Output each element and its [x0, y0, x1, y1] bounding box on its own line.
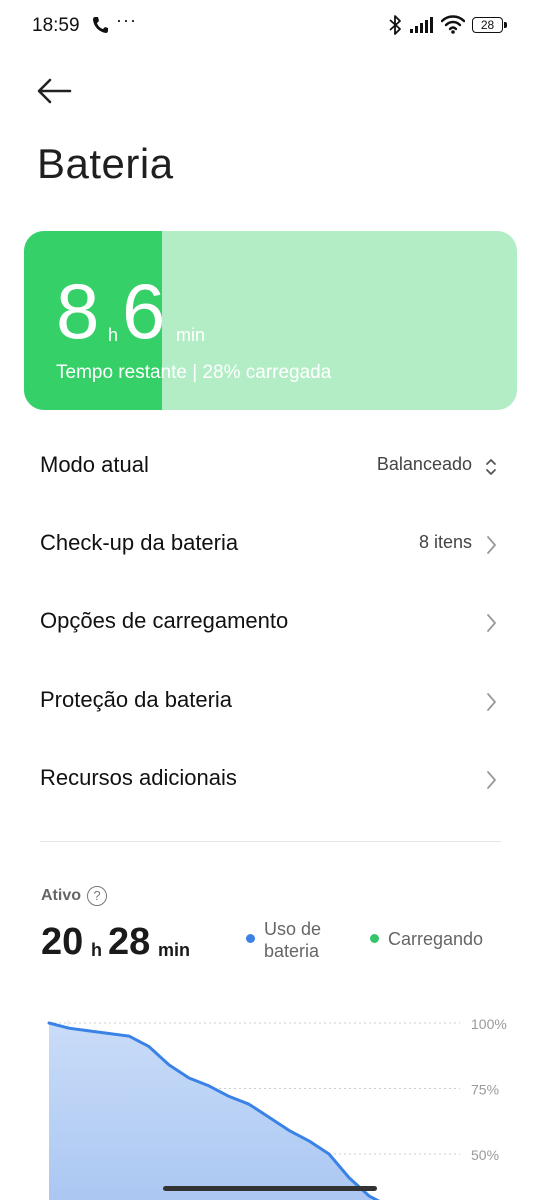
remaining-hours: 8 — [56, 267, 100, 355]
signal-icon — [410, 17, 433, 33]
status-time: 18:59 — [32, 15, 80, 36]
battery-status-icon: 28 — [472, 16, 508, 34]
section-divider — [40, 841, 501, 842]
home-indicator[interactable] — [163, 1186, 377, 1191]
chevron-right-icon — [487, 693, 496, 711]
battery-protection-label: Proteção da bateria — [40, 687, 233, 712]
arrow-left-icon — [37, 78, 72, 104]
chart-y-tick-label: 100% — [471, 1016, 507, 1032]
remaining-minutes: 6 — [122, 267, 166, 355]
current-mode-label: Modo atual — [40, 452, 149, 477]
chevron-right-icon — [487, 536, 496, 554]
battery-usage-chart: 100% 75% 50% — [47, 1016, 507, 1200]
chevron-right-icon — [487, 771, 496, 789]
active-minutes: 28 — [108, 921, 151, 963]
wifi-icon — [441, 15, 465, 34]
chart-area-fill — [49, 1023, 409, 1200]
battery-checkup-row[interactable]: Check-up da bateria 8 itens — [0, 506, 540, 584]
chevron-up-down-icon — [486, 459, 496, 475]
battery-checkup-value: 8 itens — [418, 532, 472, 552]
remaining-minutes-unit: min — [176, 325, 206, 345]
battery-protection-row[interactable]: Proteção da bateria — [0, 663, 540, 741]
active-hours-unit: h — [91, 940, 102, 960]
active-minutes-unit: min — [158, 940, 191, 960]
charging-options-label: Opções de carregamento — [40, 608, 289, 633]
current-mode-row[interactable]: Modo atual Balanceado — [0, 428, 540, 506]
active-time-label: Ativo — [41, 887, 81, 904]
charging-options-row[interactable]: Opções de carregamento — [0, 584, 540, 662]
battery-remaining-card[interactable]: 8 h 6 min Tempo restante | 28% carregada — [24, 231, 517, 410]
legend-battery-usage-line2: bateria — [264, 941, 320, 961]
additional-features-row[interactable]: Recursos adicionais — [0, 741, 540, 819]
status-bar: 18:59 ··· 28 — [0, 0, 540, 52]
legend-battery-usage-dot — [246, 934, 255, 943]
help-icon[interactable]: ? — [87, 886, 107, 906]
additional-features-label: Recursos adicionais — [40, 765, 237, 790]
bluetooth-icon — [389, 15, 401, 35]
chevron-right-icon — [487, 614, 496, 632]
remaining-time-caption: Tempo restante | 28% carregada — [56, 362, 332, 383]
legend-battery-usage-line1: Uso de — [264, 919, 322, 939]
page-title: Bateria — [37, 140, 174, 187]
battery-checkup-label: Check-up da bateria — [40, 530, 239, 555]
chart-y-tick-label: 75% — [471, 1082, 499, 1098]
legend-charging-dot — [370, 934, 379, 943]
phone-call-icon — [93, 17, 108, 33]
more-notifications-icon: ··· — [116, 10, 137, 30]
remaining-hours-unit: h — [108, 325, 119, 345]
battery-status-level: 28 — [480, 18, 495, 32]
active-hours: 20 — [41, 921, 84, 963]
current-mode-value: Balanceado — [376, 454, 472, 474]
legend-charging-label: Carregando — [388, 929, 484, 949]
chart-y-tick-label: 50% — [471, 1147, 499, 1163]
back-button[interactable] — [34, 70, 78, 112]
